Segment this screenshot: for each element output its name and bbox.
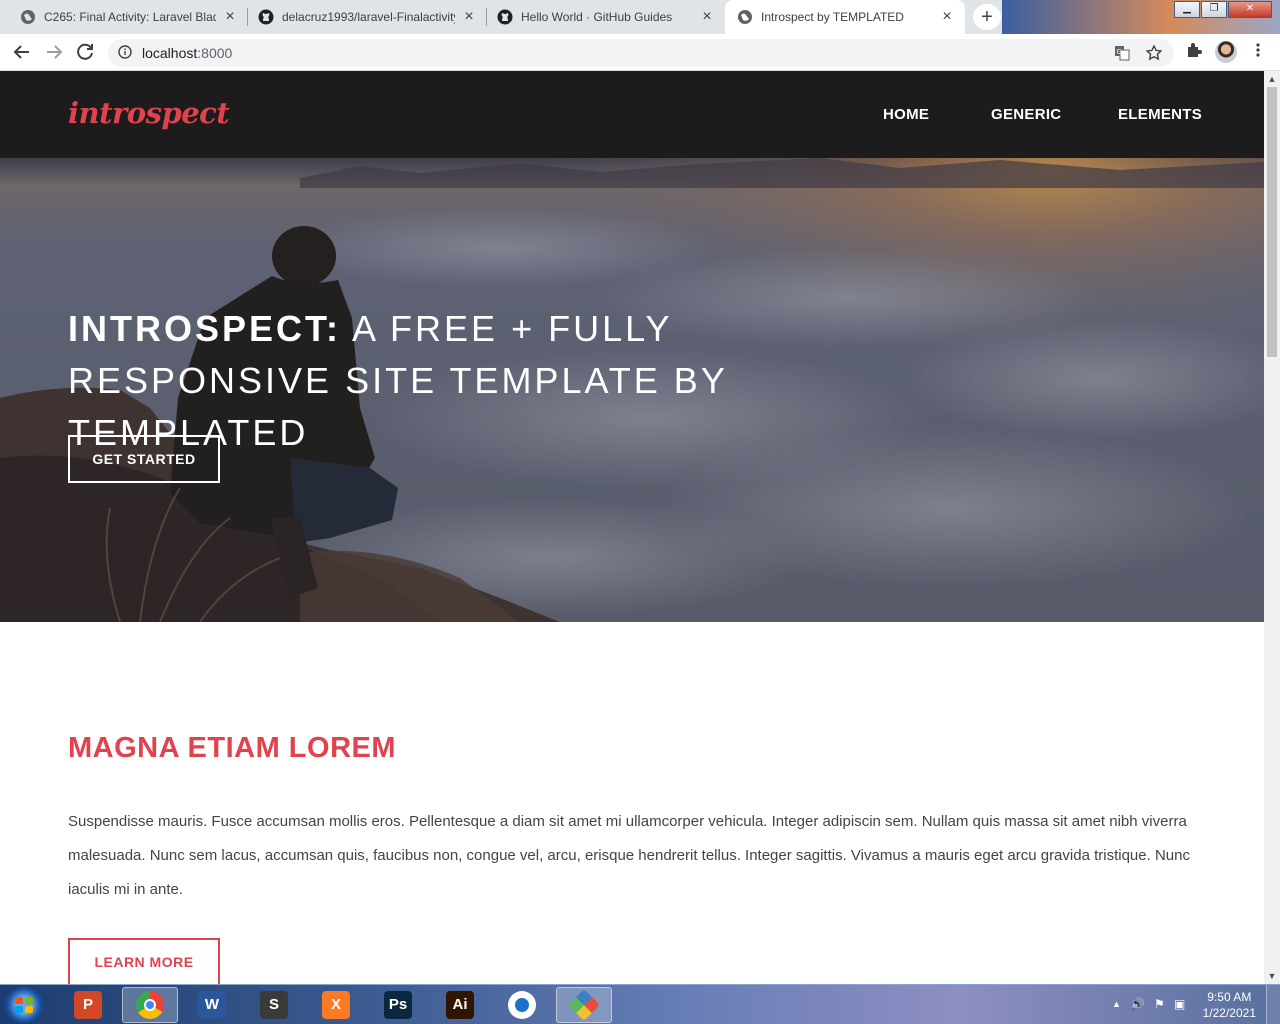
taskbar-app-photoshop[interactable]: Ps [370,987,426,1023]
nav-generic-link[interactable]: GENERIC [991,106,1061,123]
taskbar-app-word[interactable]: W [184,987,240,1023]
taskbar-app-illustrator[interactable]: Ai [432,987,488,1023]
clock-date: 1/22/2021 [1202,1006,1256,1020]
menu-dots-icon[interactable] [1250,40,1266,60]
hero-heading-strong: INTROSPECT: [68,308,342,349]
scroll-up-arrow-icon[interactable]: ▲ [1264,71,1280,87]
section-title: MAGNA ETIAM LOREM [68,732,397,764]
extensions-puzzle-icon[interactable] [1184,40,1204,60]
chrome-icon [136,991,164,1019]
maximize-button[interactable]: ❐ [1201,1,1227,18]
tab-title: Introspect by TEMPLATED [761,10,904,24]
taskbar-app-app-circle[interactable] [494,987,550,1023]
hero-banner: INTROSPECT: A FREE + FULLY RESPONSIVE SI… [0,158,1264,622]
minimize-button[interactable]: ▁ [1174,1,1200,18]
tab-close-icon[interactable]: × [461,9,477,25]
git-tool-icon [568,989,600,1021]
tray-expand-icon[interactable]: ▲ [1112,999,1121,1009]
browser-toolbar: localhost:8000 G [0,34,1280,71]
powerpoint-icon: P [74,991,102,1019]
new-tab-button[interactable]: + [973,4,1001,30]
browser-tab-4-active[interactable]: Introspect by TEMPLATED × [725,0,965,34]
scrollbar-thumb[interactable] [1267,87,1277,357]
address-bar[interactable]: localhost:8000 G [108,39,1174,67]
url-port: :8000 [197,45,233,61]
tab-close-icon[interactable]: × [222,9,238,25]
bookmark-star-icon[interactable] [1145,44,1163,62]
url-text: localhost:8000 [142,45,232,61]
app-circle-icon [508,991,536,1019]
svg-text:G: G [1117,48,1122,56]
window-controls: ▁ ❐ ✕ [1174,1,1273,18]
globe-icon [738,10,752,24]
close-window-button[interactable]: ✕ [1228,1,1272,18]
tab-close-icon[interactable]: × [699,9,715,25]
illustrator-icon: Ai [446,991,474,1019]
browser-tab-3[interactable]: Hello World · GitHub Guides × [487,0,725,34]
browser-tabstrip: C265: Final Activity: Laravel Blade × de… [0,0,1280,34]
system-tray: ▲ 🔊 ⚑ ▣ 9:50 AM 1/22/2021 [1090,985,1280,1024]
word-icon: W [198,991,226,1019]
photoshop-icon: Ps [384,991,412,1019]
section-paragraph: Suspendisse mauris. Fusce accumsan molli… [68,813,1190,898]
tab-close-icon[interactable]: × [939,9,955,25]
taskbar-app-sublime-text[interactable]: S [246,987,302,1023]
github-icon [497,9,513,25]
get-started-button[interactable]: GET STARTED [68,435,220,483]
translate-icon[interactable]: G [1113,44,1131,62]
forward-arrow-icon[interactable] [41,40,67,64]
network-icon[interactable]: ▣ [1174,997,1185,1011]
taskbar-clock[interactable]: 9:50 AM 1/22/2021 [1203,989,1256,1021]
browser-tab-1[interactable]: C265: Final Activity: Laravel Blade × [0,0,248,34]
profile-avatar[interactable] [1215,41,1237,63]
volume-icon[interactable]: 🔊 [1130,997,1145,1011]
back-arrow-icon[interactable] [9,40,35,64]
scroll-down-arrow-icon[interactable]: ▼ [1264,968,1280,984]
taskbar-app-xampp[interactable]: X [308,987,364,1023]
site-header: introspect HOME GENERIC ELEMENTS [0,71,1264,158]
browser-tab-2[interactable]: delacruz1993/laravel-Finalactivity × [248,0,487,34]
xampp-icon: X [322,991,350,1019]
start-button[interactable] [4,987,44,1023]
reload-icon[interactable] [73,40,99,64]
windows-logo-icon [15,997,33,1013]
taskbar-app-chrome[interactable] [122,987,178,1023]
tab-title: delacruz1993/laravel-Finalactivity [282,10,455,24]
learn-more-button[interactable]: LEARN MORE [68,938,220,984]
page-scrollbar[interactable]: ▲ ▼ [1264,71,1280,984]
tab-title: C265: Final Activity: Laravel Blade [44,10,216,24]
sublime-text-icon: S [260,991,288,1019]
github-icon [258,9,274,25]
show-desktop-button[interactable] [1266,985,1280,1024]
url-host: localhost [142,45,198,61]
taskbar-app-powerpoint[interactable]: P [60,987,116,1023]
action-center-flag-icon[interactable]: ⚑ [1154,997,1165,1011]
clock-time: 9:50 AM [1207,990,1252,1004]
taskbar-app-git-tool[interactable] [556,987,612,1023]
globe-icon [21,10,35,24]
site-info-icon[interactable] [118,45,132,59]
nav-elements-link[interactable]: ELEMENTS [1118,106,1202,123]
windows-taskbar: P W S X Ps Ai ▲ 🔊 ⚑ ▣ 9:50 AM 1/22/2021 [0,984,1280,1024]
nav-home-link[interactable]: HOME [883,106,929,123]
site-logo[interactable]: introspect [68,96,230,130]
web-page: introspect HOME GENERIC ELEMENTS INTROSP… [0,71,1264,984]
tab-title: Hello World · GitHub Guides [521,10,673,24]
